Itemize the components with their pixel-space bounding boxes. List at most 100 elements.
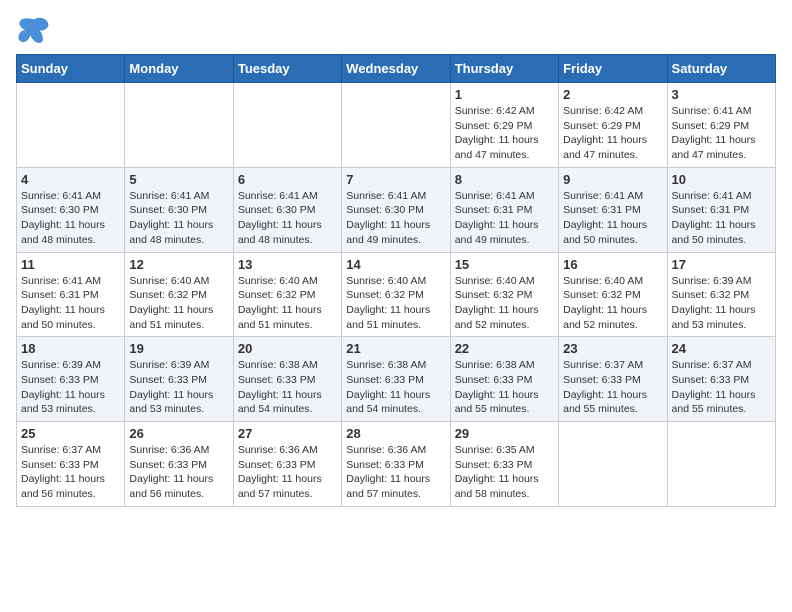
calendar-cell: 12 Sunrise: 6:40 AM Sunset: 6:32 PM Dayli… — [125, 252, 233, 337]
calendar-cell: 13 Sunrise: 6:40 AM Sunset: 6:32 PM Dayli… — [233, 252, 341, 337]
calendar-table: SundayMondayTuesdayWednesdayThursdayFrid… — [16, 54, 776, 507]
day-info: Sunrise: 6:42 AM Sunset: 6:29 PM Dayligh… — [563, 104, 662, 163]
day-header: Saturday — [667, 55, 775, 83]
calendar-cell: 24 Sunrise: 6:37 AM Sunset: 6:33 PM Dayli… — [667, 337, 775, 422]
day-info: Sunrise: 6:38 AM Sunset: 6:33 PM Dayligh… — [455, 358, 554, 417]
day-number: 9 — [563, 172, 662, 187]
day-number: 1 — [455, 87, 554, 102]
day-number: 7 — [346, 172, 445, 187]
day-number: 23 — [563, 341, 662, 356]
calendar-cell: 6 Sunrise: 6:41 AM Sunset: 6:30 PM Daylig… — [233, 167, 341, 252]
week-row: 4 Sunrise: 6:41 AM Sunset: 6:30 PM Daylig… — [17, 167, 776, 252]
day-info: Sunrise: 6:41 AM Sunset: 6:30 PM Dayligh… — [238, 189, 337, 248]
day-header: Thursday — [450, 55, 558, 83]
day-info: Sunrise: 6:41 AM Sunset: 6:31 PM Dayligh… — [21, 274, 120, 333]
day-info: Sunrise: 6:38 AM Sunset: 6:33 PM Dayligh… — [346, 358, 445, 417]
calendar-cell: 20Sunrise: 6:38 AM Sunset: 6:33 PM Dayli… — [233, 337, 341, 422]
day-info: Sunrise: 6:37 AM Sunset: 6:33 PM Dayligh… — [672, 358, 771, 417]
day-info: Sunrise: 6:39 AM Sunset: 6:33 PM Dayligh… — [129, 358, 228, 417]
calendar-cell: 7 Sunrise: 6:41 AM Sunset: 6:30 PM Daylig… — [342, 167, 450, 252]
header-row: SundayMondayTuesdayWednesdayThursdayFrid… — [17, 55, 776, 83]
calendar-cell — [342, 83, 450, 168]
calendar-cell: 18 Sunrise: 6:39 AM Sunset: 6:33 PM Dayli… — [17, 337, 125, 422]
day-info: Sunrise: 6:41 AM Sunset: 6:31 PM Dayligh… — [672, 189, 771, 248]
day-number: 2 — [563, 87, 662, 102]
day-info: Sunrise: 6:39 AM Sunset: 6:33 PM Dayligh… — [21, 358, 120, 417]
calendar-cell: 11 Sunrise: 6:41 AM Sunset: 6:31 PM Dayli… — [17, 252, 125, 337]
calendar-cell: 9 Sunrise: 6:41 AM Sunset: 6:31 PM Daylig… — [559, 167, 667, 252]
day-info: Sunrise: 6:41 AM Sunset: 6:29 PM Dayligh… — [672, 104, 771, 163]
logo-icon — [16, 16, 52, 46]
day-header: Sunday — [17, 55, 125, 83]
day-number: 24 — [672, 341, 771, 356]
calendar-cell: 22Sunrise: 6:38 AM Sunset: 6:33 PM Dayli… — [450, 337, 558, 422]
day-header: Tuesday — [233, 55, 341, 83]
day-info: Sunrise: 6:40 AM Sunset: 6:32 PM Dayligh… — [346, 274, 445, 333]
calendar-cell: 19Sunrise: 6:39 AM Sunset: 6:33 PM Dayli… — [125, 337, 233, 422]
day-number: 27 — [238, 426, 337, 441]
calendar-cell: 29 Sunrise: 6:35 AM Sunset: 6:33 PM Dayli… — [450, 422, 558, 507]
calendar-cell — [559, 422, 667, 507]
day-info: Sunrise: 6:36 AM Sunset: 6:33 PM Dayligh… — [346, 443, 445, 502]
day-info: Sunrise: 6:37 AM Sunset: 6:33 PM Dayligh… — [21, 443, 120, 502]
calendar-cell — [125, 83, 233, 168]
day-header: Wednesday — [342, 55, 450, 83]
day-info: Sunrise: 6:40 AM Sunset: 6:32 PM Dayligh… — [455, 274, 554, 333]
calendar-cell: 14 Sunrise: 6:40 AM Sunset: 6:32 PM Dayli… — [342, 252, 450, 337]
calendar-cell — [17, 83, 125, 168]
calendar-cell: 2 Sunrise: 6:42 AM Sunset: 6:29 PM Daylig… — [559, 83, 667, 168]
logo — [16, 16, 56, 46]
calendar-cell: 28 Sunrise: 6:36 AM Sunset: 6:33 PM Dayli… — [342, 422, 450, 507]
week-row: 25 Sunrise: 6:37 AM Sunset: 6:33 PM Dayli… — [17, 422, 776, 507]
page-header — [16, 16, 776, 46]
calendar-cell — [233, 83, 341, 168]
day-number: 16 — [563, 257, 662, 272]
day-number: 17 — [672, 257, 771, 272]
day-header: Monday — [125, 55, 233, 83]
day-info: Sunrise: 6:41 AM Sunset: 6:30 PM Dayligh… — [346, 189, 445, 248]
day-number: 3 — [672, 87, 771, 102]
day-header: Friday — [559, 55, 667, 83]
calendar-cell: 27 Sunrise: 6:36 AM Sunset: 6:33 PM Dayli… — [233, 422, 341, 507]
day-number: 29 — [455, 426, 554, 441]
day-number: 20 — [238, 341, 337, 356]
day-info: Sunrise: 6:41 AM Sunset: 6:30 PM Dayligh… — [129, 189, 228, 248]
day-info: Sunrise: 6:40 AM Sunset: 6:32 PM Dayligh… — [238, 274, 337, 333]
day-number: 28 — [346, 426, 445, 441]
day-number: 10 — [672, 172, 771, 187]
calendar-cell: 5Sunrise: 6:41 AM Sunset: 6:30 PM Daylig… — [125, 167, 233, 252]
calendar-cell: 25 Sunrise: 6:37 AM Sunset: 6:33 PM Dayli… — [17, 422, 125, 507]
calendar-cell: 26Sunrise: 6:36 AM Sunset: 6:33 PM Dayli… — [125, 422, 233, 507]
day-info: Sunrise: 6:41 AM Sunset: 6:31 PM Dayligh… — [563, 189, 662, 248]
day-number: 11 — [21, 257, 120, 272]
day-number: 4 — [21, 172, 120, 187]
day-number: 21 — [346, 341, 445, 356]
day-info: Sunrise: 6:36 AM Sunset: 6:33 PM Dayligh… — [238, 443, 337, 502]
calendar-cell: 23Sunrise: 6:37 AM Sunset: 6:33 PM Dayli… — [559, 337, 667, 422]
day-info: Sunrise: 6:40 AM Sunset: 6:32 PM Dayligh… — [129, 274, 228, 333]
day-info: Sunrise: 6:41 AM Sunset: 6:31 PM Dayligh… — [455, 189, 554, 248]
day-number: 14 — [346, 257, 445, 272]
day-info: Sunrise: 6:42 AM Sunset: 6:29 PM Dayligh… — [455, 104, 554, 163]
day-number: 13 — [238, 257, 337, 272]
day-info: Sunrise: 6:35 AM Sunset: 6:33 PM Dayligh… — [455, 443, 554, 502]
calendar-cell: 15 Sunrise: 6:40 AM Sunset: 6:32 PM Dayli… — [450, 252, 558, 337]
day-number: 15 — [455, 257, 554, 272]
week-row: 11 Sunrise: 6:41 AM Sunset: 6:31 PM Dayli… — [17, 252, 776, 337]
day-info: Sunrise: 6:36 AM Sunset: 6:33 PM Dayligh… — [129, 443, 228, 502]
calendar-cell: 1 Sunrise: 6:42 AM Sunset: 6:29 PM Daylig… — [450, 83, 558, 168]
calendar-cell: 10 Sunrise: 6:41 AM Sunset: 6:31 PM Dayli… — [667, 167, 775, 252]
calendar-cell: 17 Sunrise: 6:39 AM Sunset: 6:32 PM Dayli… — [667, 252, 775, 337]
calendar-cell — [667, 422, 775, 507]
day-number: 6 — [238, 172, 337, 187]
day-info: Sunrise: 6:39 AM Sunset: 6:32 PM Dayligh… — [672, 274, 771, 333]
week-row: 18 Sunrise: 6:39 AM Sunset: 6:33 PM Dayli… — [17, 337, 776, 422]
calendar-cell: 8Sunrise: 6:41 AM Sunset: 6:31 PM Daylig… — [450, 167, 558, 252]
day-number: 12 — [129, 257, 228, 272]
day-info: Sunrise: 6:41 AM Sunset: 6:30 PM Dayligh… — [21, 189, 120, 248]
calendar-cell: 4 Sunrise: 6:41 AM Sunset: 6:30 PM Daylig… — [17, 167, 125, 252]
day-number: 25 — [21, 426, 120, 441]
calendar-cell: 21 Sunrise: 6:38 AM Sunset: 6:33 PM Dayli… — [342, 337, 450, 422]
day-info: Sunrise: 6:40 AM Sunset: 6:32 PM Dayligh… — [563, 274, 662, 333]
day-number: 18 — [21, 341, 120, 356]
